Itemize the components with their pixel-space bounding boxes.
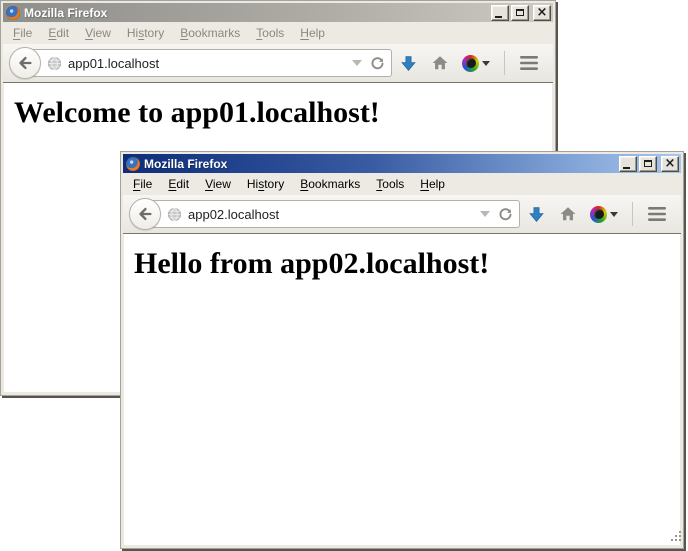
browser-window-app02: Mozilla Firefox × FileEditViewHistoryBoo… — [120, 151, 684, 549]
menu-file[interactable]: File — [125, 174, 160, 194]
menu-help[interactable]: Help — [412, 174, 453, 194]
back-button[interactable] — [129, 198, 161, 230]
download-button[interactable] — [392, 47, 424, 79]
reload-icon — [370, 56, 385, 71]
download-button[interactable] — [520, 198, 552, 230]
site-identity-globe-icon[interactable] — [47, 56, 62, 71]
grip-dots-icon — [670, 530, 682, 542]
download-icon — [528, 206, 545, 223]
minimize-button[interactable] — [491, 5, 509, 21]
back-button[interactable] — [9, 47, 41, 79]
close-icon: × — [537, 8, 548, 18]
maximize-icon — [644, 160, 652, 167]
menu-edit[interactable]: Edit — [160, 174, 197, 194]
back-arrow-icon — [136, 205, 154, 223]
download-icon — [400, 55, 417, 72]
url-text[interactable]: app01.localhost — [68, 56, 352, 71]
menu-history[interactable]: History — [119, 23, 172, 43]
home-icon — [559, 205, 577, 223]
menu-tools[interactable]: Tools — [368, 174, 412, 194]
home-icon — [431, 54, 449, 72]
hamburger-icon — [648, 207, 666, 221]
site-identity-globe-icon[interactable] — [167, 207, 182, 222]
menu-bookmarks[interactable]: Bookmarks — [292, 174, 368, 194]
toolbar-separator — [504, 51, 505, 75]
close-icon: × — [665, 159, 676, 169]
close-button[interactable]: × — [661, 156, 679, 172]
maximize-button[interactable] — [639, 156, 657, 172]
menu-bar: FileEditViewHistoryBookmarksToolsHelp — [3, 22, 553, 44]
page-heading: Hello from app02.localhost! — [134, 247, 680, 281]
app-menu-button[interactable] — [513, 47, 545, 79]
close-button[interactable]: × — [533, 5, 551, 21]
menu-history[interactable]: History — [239, 174, 292, 194]
reload-icon — [498, 207, 513, 222]
menu-edit[interactable]: Edit — [40, 23, 77, 43]
hamburger-icon — [520, 56, 538, 70]
maximize-icon — [516, 9, 524, 16]
extension-button[interactable] — [584, 198, 624, 230]
resize-grip[interactable] — [670, 529, 682, 547]
menu-bookmarks[interactable]: Bookmarks — [172, 23, 248, 43]
page-heading: Welcome to app01.localhost! — [14, 96, 552, 130]
app-menu-button[interactable] — [641, 198, 673, 230]
minimize-button[interactable] — [619, 156, 637, 172]
menu-help[interactable]: Help — [292, 23, 333, 43]
menu-file[interactable]: File — [5, 23, 40, 43]
url-bar[interactable]: app01.localhost — [26, 49, 392, 77]
window-title: Mozilla Firefox — [24, 6, 491, 20]
back-arrow-icon — [16, 54, 34, 72]
extension-color-wheel-icon — [462, 55, 479, 72]
extension-button[interactable] — [456, 47, 496, 79]
menu-view[interactable]: View — [197, 174, 239, 194]
extension-caret-icon — [610, 212, 618, 217]
firefox-icon — [6, 6, 20, 20]
urlbar-dropdown-icon[interactable] — [352, 60, 362, 66]
toolbar-separator — [632, 202, 633, 226]
firefox-icon — [126, 157, 140, 171]
minimize-icon — [623, 167, 630, 169]
menu-tools[interactable]: Tools — [248, 23, 292, 43]
navigation-toolbar: app02.localhost — [123, 195, 681, 234]
menu-view[interactable]: View — [77, 23, 119, 43]
page-content: Hello from app02.localhost! — [124, 234, 680, 545]
menu-bar: FileEditViewHistoryBookmarksToolsHelp — [123, 173, 681, 195]
window-controls: × — [619, 156, 679, 172]
reload-button[interactable] — [498, 207, 513, 222]
url-bar[interactable]: app02.localhost — [146, 200, 520, 228]
urlbar-dropdown-icon[interactable] — [480, 211, 490, 217]
reload-button[interactable] — [370, 56, 385, 71]
url-text[interactable]: app02.localhost — [188, 207, 480, 222]
titlebar[interactable]: Mozilla Firefox × — [123, 154, 681, 173]
home-button[interactable] — [552, 198, 584, 230]
extension-color-wheel-icon — [590, 206, 607, 223]
navigation-toolbar: app01.localhost — [3, 44, 553, 83]
titlebar[interactable]: Mozilla Firefox × — [3, 3, 553, 22]
home-button[interactable] — [424, 47, 456, 79]
minimize-icon — [495, 16, 502, 18]
window-title: Mozilla Firefox — [144, 157, 619, 171]
extension-caret-icon — [482, 61, 490, 66]
window-controls: × — [491, 5, 551, 21]
maximize-button[interactable] — [511, 5, 529, 21]
